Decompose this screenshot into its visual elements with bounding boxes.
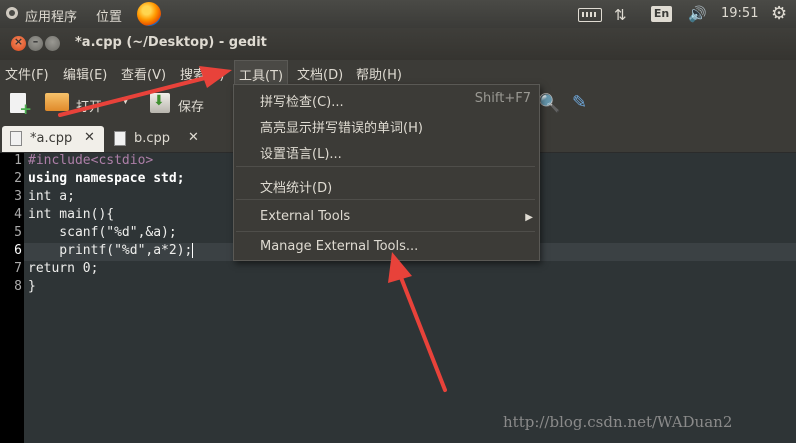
menu-help[interactable]: 帮助(H) [356, 64, 402, 83]
find-replace-icon[interactable]: ✎ [572, 92, 587, 113]
code-line[interactable]: int main(){ [28, 207, 114, 222]
open-button[interactable]: 打开 [76, 96, 102, 115]
code-line[interactable]: using namespace std; [28, 171, 185, 186]
find-icon[interactable]: 🔍 [538, 93, 560, 114]
menu-item-document-statistics[interactable]: 文档统计(D) [260, 177, 332, 196]
menu-item-manage-external-tools[interactable]: Manage External Tools... [260, 239, 418, 254]
line-number: 1 [14, 153, 22, 168]
document-icon [10, 131, 22, 146]
system-top-panel: 应用程序 位置 ⇅ En 🔊 19:51 ⚙ [0, 0, 796, 28]
window-title-bar: × – *a.cpp (~/Desktop) - gedit [0, 28, 796, 60]
open-folder-icon[interactable] [45, 93, 69, 111]
line-number: 7 [14, 261, 22, 276]
new-document-icon[interactable] [10, 93, 32, 118]
code-line[interactable]: } [28, 279, 36, 294]
submenu-arrow-icon: ▶ [525, 212, 533, 223]
volume-icon[interactable]: 🔊 [688, 5, 707, 23]
save-icon[interactable] [150, 93, 170, 113]
input-language-indicator[interactable]: En [651, 6, 672, 22]
firefox-icon[interactable] [137, 2, 161, 26]
shortcut-label: Shift+F7 [474, 91, 531, 106]
network-icon[interactable]: ⇅ [614, 6, 627, 24]
code-line-text: using namespace std; [28, 171, 185, 186]
save-button[interactable]: 保存 [178, 96, 204, 115]
code-line-text: int main(){ [28, 207, 115, 222]
gear-icon[interactable]: ⚙ [771, 3, 787, 24]
menu-item-set-language[interactable]: 设置语言(L)... [260, 143, 342, 162]
tab-a-cpp[interactable]: *a.cpp ✕ [2, 126, 104, 152]
tab-label: *a.cpp [30, 131, 73, 146]
code-line-text: printf("%d",a*2); [28, 243, 193, 258]
line-number-gutter: 1 2 3 4 5 6 7 8 [0, 153, 24, 443]
code-line[interactable]: int a; [28, 189, 75, 204]
menu-item-external-tools[interactable]: External Tools [260, 209, 350, 224]
code-line[interactable]: return 0; [28, 261, 98, 276]
code-line-text: scanf("%d",&a); [28, 225, 177, 240]
minimize-icon: – [32, 35, 39, 48]
menu-separator [236, 166, 535, 167]
document-icon [114, 131, 126, 146]
maximize-window-button[interactable] [45, 36, 60, 51]
menu-edit[interactable]: 编辑(E) [63, 64, 107, 83]
code-line-text: } [28, 279, 36, 294]
code-line-text: int a; [28, 189, 75, 204]
menu-bar: 文件(F) 编辑(E) 查看(V) 搜索(S) 工具(T) 文档(D) 帮助(H… [0, 60, 796, 84]
applications-menu[interactable]: 应用程序 [25, 6, 77, 25]
code-line[interactable]: #include<cstdio> [28, 153, 153, 168]
close-icon: × [13, 35, 24, 48]
menu-separator [236, 231, 535, 232]
clock[interactable]: 19:51 [721, 6, 758, 21]
menu-view[interactable]: 查看(V) [121, 64, 166, 83]
code-line[interactable]: scanf("%d",&a); [28, 225, 177, 240]
close-tab-icon[interactable]: ✕ [84, 130, 95, 145]
code-line-text: #include<cstdio> [28, 153, 154, 168]
menu-separator [236, 199, 535, 200]
tab-b-cpp[interactable]: b.cpp ✕ [106, 126, 208, 152]
menu-documents[interactable]: 文档(D) [297, 64, 343, 83]
minimize-window-button[interactable]: – [28, 35, 43, 51]
tab-label: b.cpp [134, 131, 171, 146]
line-number-current: 6 [14, 243, 22, 258]
places-menu[interactable]: 位置 [96, 6, 122, 25]
line-number: 3 [14, 189, 22, 204]
line-number: 4 [14, 207, 22, 222]
line-number: 2 [14, 171, 22, 186]
text-cursor [192, 243, 194, 258]
window-title: *a.cpp (~/Desktop) - gedit [75, 35, 267, 50]
menu-item-highlight-misspelled[interactable]: 高亮显示拼写错误的单词(H) [260, 117, 423, 136]
code-line[interactable]: printf("%d",a*2); [28, 243, 194, 258]
line-number: 5 [14, 225, 22, 240]
menu-tools[interactable]: 工具(T) [234, 60, 289, 84]
code-line-text: return 0; [28, 261, 99, 276]
tools-dropdown-menu: 拼写检查(C)... Shift+F7 高亮显示拼写错误的单词(H) 设置语言(… [233, 84, 540, 261]
close-window-button[interactable]: × [11, 35, 26, 51]
menu-item-spell-check[interactable]: 拼写检查(C)... [260, 91, 344, 110]
open-dropdown-arrow-icon[interactable]: ▼ [122, 96, 129, 106]
line-number: 8 [14, 279, 22, 294]
menu-search[interactable]: 搜索(S) [180, 64, 224, 83]
keyboard-icon[interactable] [578, 8, 602, 22]
close-tab-icon[interactable]: ✕ [188, 130, 199, 145]
watermark: http://blog.csdn.net/WADuan2 [503, 413, 733, 431]
menu-file[interactable]: 文件(F) [5, 64, 49, 83]
ubuntu-apps-icon[interactable] [6, 7, 18, 19]
